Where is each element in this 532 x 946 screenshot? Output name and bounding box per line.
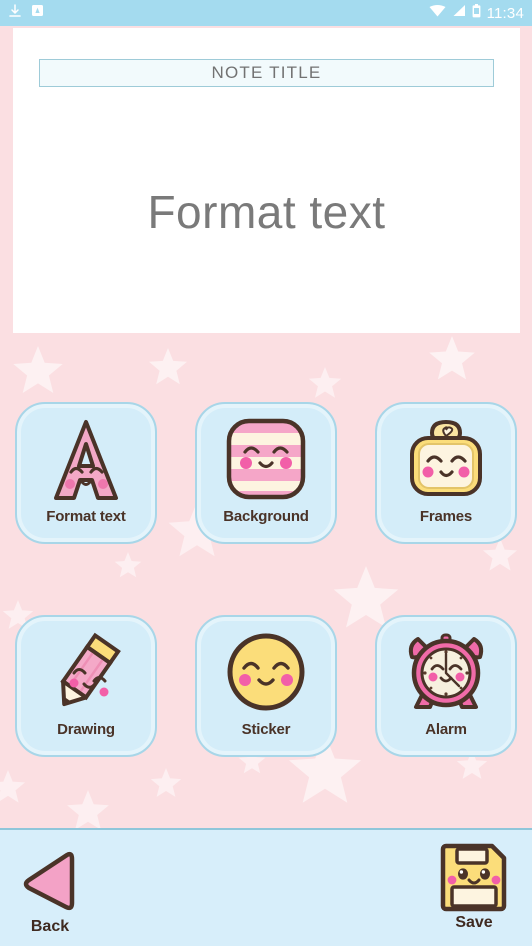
note-title-input[interactable]: NOTE TITLE [39, 59, 494, 87]
back-label: Back [30, 918, 70, 935]
pencil-face-icon [34, 627, 138, 719]
note-title-text: NOTE TITLE [211, 63, 322, 82]
triangle-left-icon [19, 846, 81, 916]
status-bar-right: 11:34 [429, 3, 524, 23]
app-root: 11:34 NOTE TITLE Format text Format text… [0, 0, 532, 946]
cell-signal-icon [452, 4, 466, 22]
tool-label: Background [223, 508, 309, 525]
status-bar: 11:34 [0, 0, 532, 26]
save-button[interactable]: Save [424, 842, 524, 932]
back-button[interactable]: Back [0, 846, 100, 936]
save-label: Save [455, 914, 493, 931]
tool-button-frames[interactable]: Frames [375, 402, 517, 544]
download-icon [8, 3, 22, 23]
note-body-area[interactable]: Format text [13, 90, 520, 333]
tool-button-drawing[interactable]: Drawing [15, 615, 157, 757]
alarm-clock-face-icon [394, 627, 498, 719]
tool-button-format-text[interactable]: Format text [15, 402, 157, 544]
frame-heart-face-icon [394, 414, 498, 506]
app-notification-icon [31, 4, 44, 22]
striped-square-face-icon [214, 414, 318, 506]
tool-label: Sticker [241, 721, 291, 738]
floppy-disk-face-icon [437, 842, 511, 912]
wifi-icon [429, 4, 446, 22]
letter-a-face-icon [34, 414, 138, 506]
tool-label: Format text [46, 508, 126, 525]
note-card: NOTE TITLE Format text [13, 28, 520, 333]
tool-label: Drawing [57, 721, 115, 738]
tool-button-background[interactable]: Background [195, 402, 337, 544]
battery-icon [472, 3, 481, 23]
status-bar-left [8, 3, 44, 23]
smiley-circle-icon [214, 627, 318, 719]
tool-label: Frames [419, 508, 473, 525]
tool-button-sticker[interactable]: Sticker [195, 615, 337, 757]
bottom-toolbar: Back Save [0, 828, 532, 946]
tool-label: Alarm [425, 721, 467, 738]
note-body-text: Format text [147, 185, 386, 238]
status-bar-clock: 11:34 [486, 4, 524, 22]
tool-grid: Format text Background Frames Drawing St… [0, 340, 532, 828]
tool-button-alarm[interactable]: Alarm [375, 615, 517, 757]
